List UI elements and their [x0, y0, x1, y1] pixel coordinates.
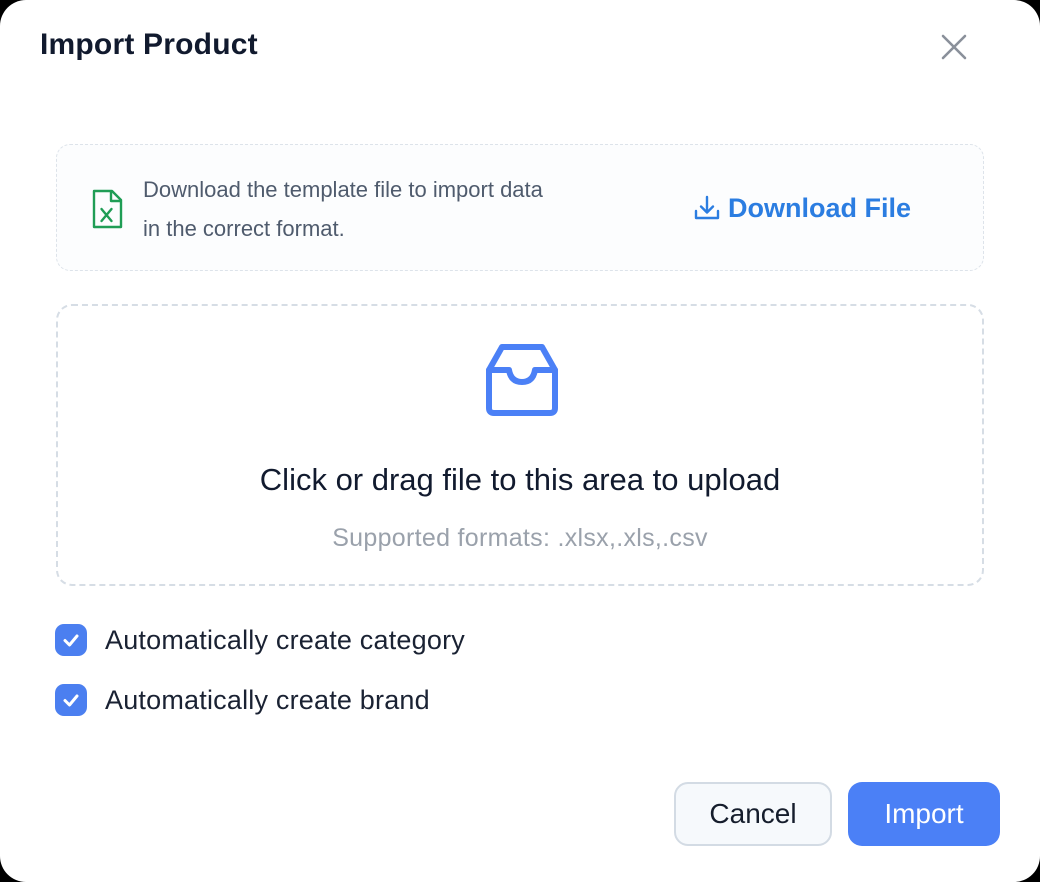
- auto-create-category-checkbox[interactable]: [55, 624, 87, 656]
- inbox-icon: [486, 344, 558, 416]
- cancel-button[interactable]: Cancel: [674, 782, 832, 846]
- template-description-line2: in the correct format.: [143, 216, 345, 241]
- auto-create-brand-option[interactable]: Automatically create brand: [55, 684, 430, 716]
- checkmark-icon: [63, 694, 79, 707]
- import-button[interactable]: Import: [848, 782, 1000, 846]
- template-description: Download the template file to import dat…: [143, 170, 663, 248]
- supported-formats-hint: Supported formats: .xlsx,.xls,.csv: [332, 524, 708, 552]
- upload-instruction: Click or drag file to this area to uploa…: [259, 462, 781, 497]
- download-file-button[interactable]: Download File: [694, 190, 911, 226]
- template-description-line1: Download the template file to import dat…: [143, 177, 543, 202]
- auto-create-category-option[interactable]: Automatically create category: [55, 624, 465, 656]
- auto-create-category-label: Automatically create category: [105, 624, 465, 655]
- auto-create-brand-checkbox[interactable]: [55, 684, 87, 716]
- dialog-title: Import Product: [40, 28, 258, 61]
- upload-dropzone[interactable]: Click or drag file to this area to uploa…: [56, 304, 984, 586]
- checkmark-icon: [63, 634, 79, 647]
- import-product-dialog: Import Product Download the template fil…: [0, 0, 1040, 882]
- close-button[interactable]: [932, 25, 976, 69]
- close-icon: [941, 34, 967, 60]
- excel-file-icon: [92, 189, 123, 229]
- template-download-panel: Download the template file to import dat…: [56, 144, 984, 271]
- auto-create-brand-label: Automatically create brand: [105, 684, 430, 715]
- download-file-label: Download File: [728, 192, 912, 223]
- download-icon: [694, 195, 720, 220]
